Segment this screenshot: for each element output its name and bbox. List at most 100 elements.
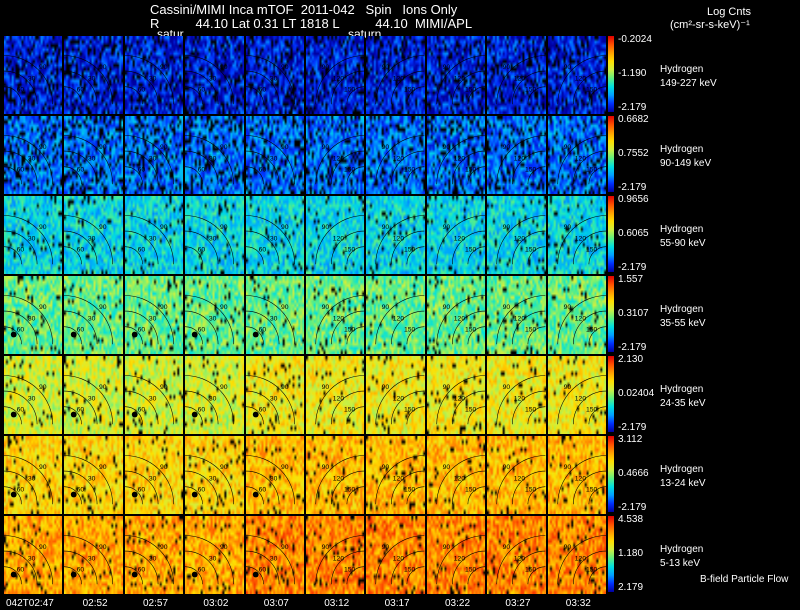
saturn-marker — [131, 331, 138, 338]
saturn-marker — [252, 571, 259, 578]
contour-label: 120 — [393, 555, 405, 562]
contour-label: 90 — [220, 464, 228, 471]
contour-label: 90 — [220, 304, 228, 311]
contour-label: 150 — [465, 487, 477, 494]
colorbar-mid: -1.190 — [618, 68, 647, 79]
contour-label: 60 — [17, 87, 25, 94]
contour-label: 30 — [209, 155, 217, 162]
spectrogram-panel: 150 120 90 — [366, 356, 425, 434]
contour-label: 120 — [333, 75, 345, 82]
spectrogram-panel: 150 120 90 — [487, 356, 546, 434]
pitch-angle-contours: 150 12090 — [375, 135, 425, 185]
spectrogram-panel: 60 30 90 — [64, 116, 123, 194]
spectrogram-panel: 60 30 90 — [4, 516, 63, 594]
pitch-angle-contours: 603090 — [245, 295, 295, 345]
pitch-angle-contours: 603090 — [64, 55, 114, 105]
contour-label: 60 — [77, 327, 85, 334]
contour-label: 90 — [99, 64, 107, 71]
contour-label: 120 — [333, 315, 345, 322]
contour-label: 60 — [77, 487, 85, 494]
contour-label: 90 — [281, 144, 289, 151]
spectrogram-panel: 60 30 90 — [4, 276, 63, 354]
contour-label: 90 — [442, 304, 450, 311]
contour-label: 150 — [586, 327, 598, 334]
contour-label: 60 — [137, 167, 145, 174]
species-label: Hydrogen — [660, 464, 704, 475]
energy-range-label: 24-35 keV — [660, 398, 706, 409]
contour-label: 30 — [28, 235, 36, 242]
contour-label: 150 — [404, 327, 416, 334]
contour-label: 120 — [454, 235, 466, 242]
pitch-angle-contours: 603090 — [64, 135, 114, 185]
contour-label: 150 — [525, 487, 537, 494]
spectrogram-panel: 150 120 90 — [487, 276, 546, 354]
contour-label: 90 — [39, 464, 47, 471]
contour-label: 90 — [563, 464, 571, 471]
spectrogram-panel: 150 120 90 — [306, 276, 365, 354]
pitch-angle-contours: 603090 — [245, 535, 295, 585]
spectrogram-panel: 60 30 90 — [185, 36, 244, 114]
contour-label: 60 — [198, 87, 206, 94]
spectrogram-panel: 150 120 90 — [426, 516, 486, 594]
contour-label: 150 — [465, 87, 477, 94]
spectrogram-panel: 60 30 90 — [4, 36, 63, 114]
contour-label: 30 — [28, 475, 36, 482]
spectrogram-panel: 150 120 90 — [547, 196, 606, 274]
time-tick-label: 03:17 — [384, 598, 410, 609]
contour-label: 90 — [39, 544, 47, 551]
contour-label: 120 — [333, 235, 345, 242]
pitch-angle-contours: 603090 — [124, 455, 174, 505]
contour-label: 60 — [77, 247, 85, 254]
contour-label: 30 — [269, 315, 277, 322]
contour-label: 90 — [322, 464, 330, 471]
pitch-angle-contours: 603090 — [185, 455, 235, 505]
pitch-angle-contours: 150 12090 — [496, 455, 546, 505]
contour-label: 120 — [333, 555, 345, 562]
colorbar-mid: 0.7552 — [618, 148, 649, 159]
species-label: Hydrogen — [660, 384, 704, 395]
colorbar-max: 1.557 — [618, 274, 644, 285]
contour-label: 120 — [514, 235, 526, 242]
time-tick-label: 03:32 — [565, 598, 591, 609]
contour-label: 90 — [382, 144, 390, 151]
colorbar-min: 2.179 — [618, 582, 644, 593]
contour-label: 150 — [525, 87, 537, 94]
contour-label: 120 — [574, 75, 586, 82]
saturn-marker — [10, 331, 17, 338]
energy-range-label: 13-24 keV — [660, 478, 706, 489]
contour-label: 90 — [563, 144, 571, 151]
spectrogram-panel: 60 30 90 — [124, 36, 184, 114]
spectrogram-panel: 150 120 90 — [366, 436, 425, 514]
contour-label: 60 — [17, 487, 25, 494]
spectrogram-panel: 60 30 90 — [245, 356, 304, 434]
contour-label: 90 — [281, 384, 289, 391]
contour-label: 120 — [574, 315, 586, 322]
contour-label: 30 — [149, 235, 157, 242]
pitch-angle-contours: 150 12090 — [375, 455, 425, 505]
contour-label: 60 — [137, 487, 145, 494]
contour-label: 30 — [149, 555, 157, 562]
contour-label: 150 — [586, 167, 598, 174]
spectrogram-panel: 60 30 90 — [64, 276, 123, 354]
contour-label: 150 — [525, 327, 537, 334]
contour-label: 90 — [563, 304, 571, 311]
contour-label: 90 — [39, 64, 47, 71]
spectrogram-panel: 60 30 90 — [124, 356, 184, 434]
contour-label: 120 — [574, 555, 586, 562]
contour-label: 90 — [39, 304, 47, 311]
contour-label: 90 — [503, 64, 511, 71]
spectrogram-panel: 150 120 90 — [306, 36, 365, 114]
contour-label: 90 — [442, 144, 450, 151]
spectrogram-panel: 150 120 90 — [426, 436, 486, 514]
pitch-angle-contours: 603090 — [4, 535, 53, 585]
contour-label: 30 — [88, 75, 96, 82]
contour-label: 90 — [281, 64, 289, 71]
contour-label: 60 — [198, 327, 206, 334]
energy-range-label: 35-55 keV — [660, 318, 706, 329]
spectrogram-grid: 60 30 90 60 30 90 60 30 90 60 30 90 60 30 90 150 120 90 15… — [4, 36, 608, 596]
contour-label: 60 — [137, 327, 145, 334]
saturn-marker — [10, 491, 17, 498]
contour-label: 90 — [563, 544, 571, 551]
contour-label: 30 — [88, 235, 96, 242]
saturn-marker — [191, 331, 198, 338]
